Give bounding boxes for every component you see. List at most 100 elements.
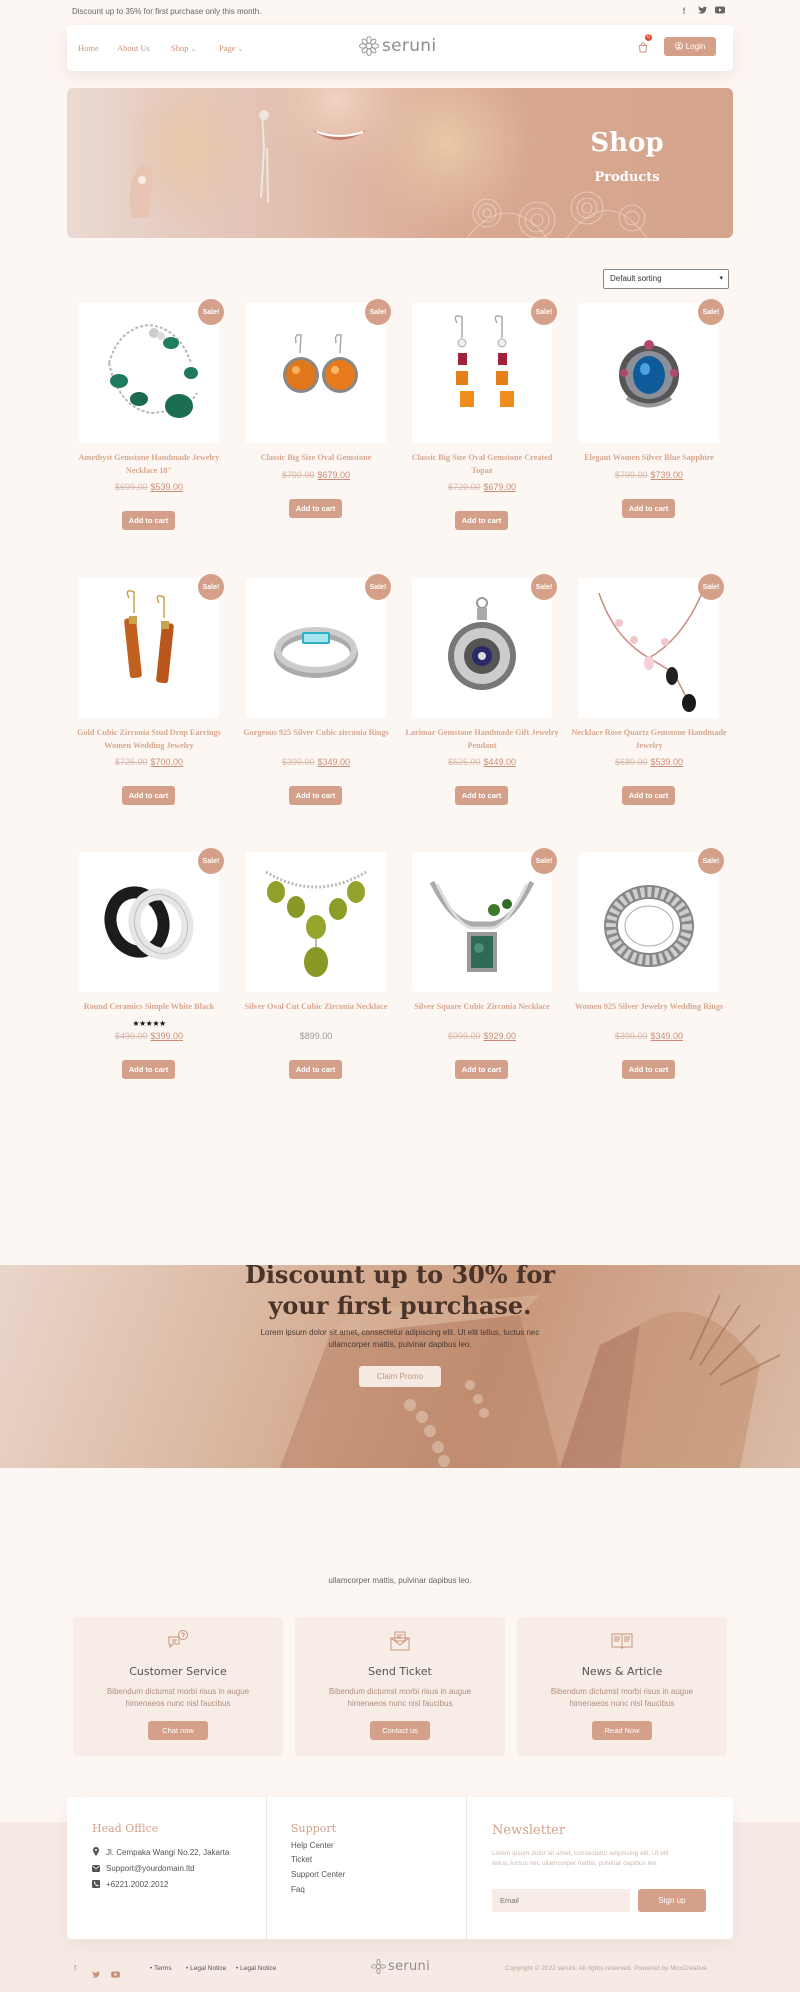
email-text[interactable]: Support@yourdomain.ltd: [106, 1864, 195, 1873]
sort-select[interactable]: Default sorting ▾: [603, 269, 729, 289]
nav-home[interactable]: Home: [78, 43, 99, 53]
product-image[interactable]: [79, 578, 219, 718]
product-card[interactable]: Sale! Round Ceramics Simple White Black ★★…: [79, 848, 224, 1112]
discount-title-line2: your first purchase.: [268, 1291, 532, 1320]
add-to-cart-button[interactable]: Add to cart: [122, 786, 175, 805]
product-name[interactable]: Gorgeous 925 Silver Cubic zirconia Rings: [236, 727, 396, 740]
service-description: Bibendum dictumst morbi risus in augue h…: [315, 1686, 485, 1710]
product-name[interactable]: Classic Big Size Oval Gemstone: [236, 452, 396, 465]
product-card[interactable]: Sale! Amethyst Gemstone Handmade Jewelry …: [79, 299, 224, 563]
add-to-cart-button[interactable]: Add to cart: [455, 786, 508, 805]
product-image[interactable]: [412, 852, 552, 992]
add-to-cart-button[interactable]: Add to cart: [289, 498, 342, 518]
legal-link-label: Legal Notice: [190, 1965, 227, 1972]
cart-count-badge: 0: [645, 34, 652, 41]
add-to-cart-button[interactable]: Add to cart: [622, 786, 675, 805]
product-card[interactable]: Sale! Gold Cubic Zirconia Stud Drop Earri…: [77, 574, 224, 838]
product-name[interactable]: Silver Square Cubic Zirconia Necklace: [402, 1001, 562, 1014]
phone-text[interactable]: +6221.2002.2012: [106, 1880, 169, 1889]
product-image[interactable]: [412, 578, 552, 718]
product-name[interactable]: Women 925 Silver Jewelry Wedding Rings: [569, 1001, 729, 1014]
product-card[interactable]: Sale! Elegant Women Silver Blue Sapphire $…: [579, 299, 724, 563]
claim-promo-button[interactable]: Claim Promo: [359, 1366, 441, 1387]
legal-link-legal-notice-2[interactable]: • Legal Notice: [236, 1965, 276, 1972]
service-title: Send Ticket: [368, 1665, 432, 1678]
legal-link-label: Legal Notice: [240, 1965, 277, 1972]
add-to-cart-button[interactable]: Add to cart: [289, 1060, 342, 1079]
promo-text: Discount up to 35% for first purchase on…: [72, 7, 262, 16]
sort-select-value: Default sorting: [610, 274, 662, 283]
newsletter-email-input[interactable]: [492, 1889, 630, 1912]
product-image[interactable]: [579, 578, 719, 718]
product-card[interactable]: Sale! Necklace Rose Quartz Gemstone Handm…: [571, 574, 727, 838]
service-description: Bibendum dictumst morbi risus in augue h…: [537, 1686, 707, 1710]
read-now-button[interactable]: Read Now: [592, 1721, 652, 1740]
nav-page-label: Page: [219, 43, 236, 53]
product-name[interactable]: Silver Oval Cut Cubic Zirconia Necklace: [236, 1001, 396, 1014]
legal-link-legal-notice[interactable]: • Legal Notice: [186, 1965, 226, 1972]
product-card[interactable]: Sale! Classic Big Size Oval Gemstone Crea…: [412, 299, 557, 563]
discount-text-line2: ullamcorper mattis, pulvinar dapibus leo…: [328, 1340, 472, 1349]
product-image[interactable]: [579, 852, 719, 992]
footer-link-faq[interactable]: Faq: [291, 1885, 305, 1894]
twitter-icon[interactable]: [696, 6, 708, 16]
add-to-cart-button[interactable]: Add to cart: [289, 786, 342, 805]
login-button[interactable]: Login: [664, 37, 716, 56]
product-name[interactable]: Gold Cubic Zirconia Stud Drop Earrings W…: [69, 727, 229, 752]
add-to-cart-button[interactable]: Add to cart: [122, 1059, 175, 1079]
twitter-icon[interactable]: [92, 1965, 100, 1983]
add-to-cart-button[interactable]: Add to cart: [455, 511, 508, 530]
add-to-cart-button[interactable]: Add to cart: [622, 1060, 675, 1079]
head-office-title: Head Office: [92, 1822, 159, 1835]
product-name[interactable]: Classic Big Size Oval Gemstone Created T…: [402, 452, 562, 477]
product-name[interactable]: Necklace Rose Quartz Gemstone Handmade J…: [569, 727, 729, 752]
footer-link-help-center[interactable]: Help Center: [291, 1841, 334, 1850]
product-name[interactable]: Amethyst Gemstone Handmade Jewelry Neckl…: [69, 452, 229, 477]
sign-up-button[interactable]: Sign up: [638, 1889, 706, 1912]
sale-price: $539.00: [650, 757, 684, 767]
chevron-down-icon: ▾: [719, 275, 723, 282]
hero-subtitle: Products: [594, 170, 660, 185]
original-price: $725.00: [114, 757, 148, 767]
product-image[interactable]: [412, 303, 552, 443]
nav-page[interactable]: Page ⌄: [219, 43, 244, 53]
product-name[interactable]: Round Ceramics Simple White Black: [69, 1001, 229, 1014]
product-image[interactable]: [79, 303, 219, 443]
youtube-icon[interactable]: [111, 1965, 120, 1983]
original-price: $399.00: [614, 1031, 648, 1041]
footer-link-support-center[interactable]: Support Center: [291, 1870, 345, 1879]
product-card[interactable]: Sale! Women 925 Silver Jewelry Wedding Ri…: [575, 848, 724, 1112]
contact-us-button[interactable]: Contact us: [370, 1721, 430, 1740]
footer-link-ticket[interactable]: Ticket: [291, 1855, 312, 1864]
product-image[interactable]: [246, 852, 386, 992]
product-card[interactable]: Sale! Classic Big Size Oval Gemstone $799.…: [246, 299, 391, 563]
product-image[interactable]: [246, 578, 386, 718]
youtube-icon[interactable]: [714, 6, 726, 16]
product-image[interactable]: [246, 303, 386, 443]
facebook-icon[interactable]: f: [74, 1964, 76, 1973]
service-title: Customer Service: [129, 1665, 227, 1678]
original-price: $729.00: [447, 482, 481, 492]
legal-link-terms[interactable]: • Terms: [150, 1965, 172, 1972]
add-to-cart-button[interactable]: Add to cart: [622, 498, 675, 518]
product-image[interactable]: [79, 852, 219, 992]
cart-icon[interactable]: [638, 40, 648, 58]
product-image[interactable]: [579, 303, 719, 443]
footer-logo[interactable]: seruni: [371, 1959, 430, 1974]
product-card[interactable]: Sale! Larimar Gemstone Handmade Gift Jewe…: [405, 574, 559, 838]
add-to-cart-button[interactable]: Add to cart: [455, 1060, 508, 1079]
site-logo[interactable]: seruni: [359, 36, 436, 56]
product-card[interactable]: Sale! Gorgeous 925 Silver Cubic zirconia …: [243, 574, 391, 838]
logo-text: seruni: [388, 1959, 431, 1974]
nav-about-us[interactable]: About Us: [117, 43, 150, 53]
original-price: $689.00: [614, 757, 648, 767]
add-to-cart-button[interactable]: Add to cart: [122, 511, 175, 530]
product-name[interactable]: Larimar Gemstone Handmade Gift Jewelry P…: [402, 727, 562, 752]
product-card[interactable]: Silver Oval Cut Cubic Zirconia Necklace $…: [245, 852, 387, 1112]
chevron-down-icon: ⌄: [190, 45, 197, 53]
product-name[interactable]: Elegant Women Silver Blue Sapphire: [569, 452, 729, 465]
facebook-icon[interactable]: f: [678, 6, 690, 16]
nav-shop[interactable]: Shop ⌄: [171, 43, 196, 53]
product-card[interactable]: Sale! Silver Square Cubic Zirconia Neckla…: [412, 848, 557, 1112]
chat-now-button[interactable]: Chat now: [148, 1721, 208, 1740]
